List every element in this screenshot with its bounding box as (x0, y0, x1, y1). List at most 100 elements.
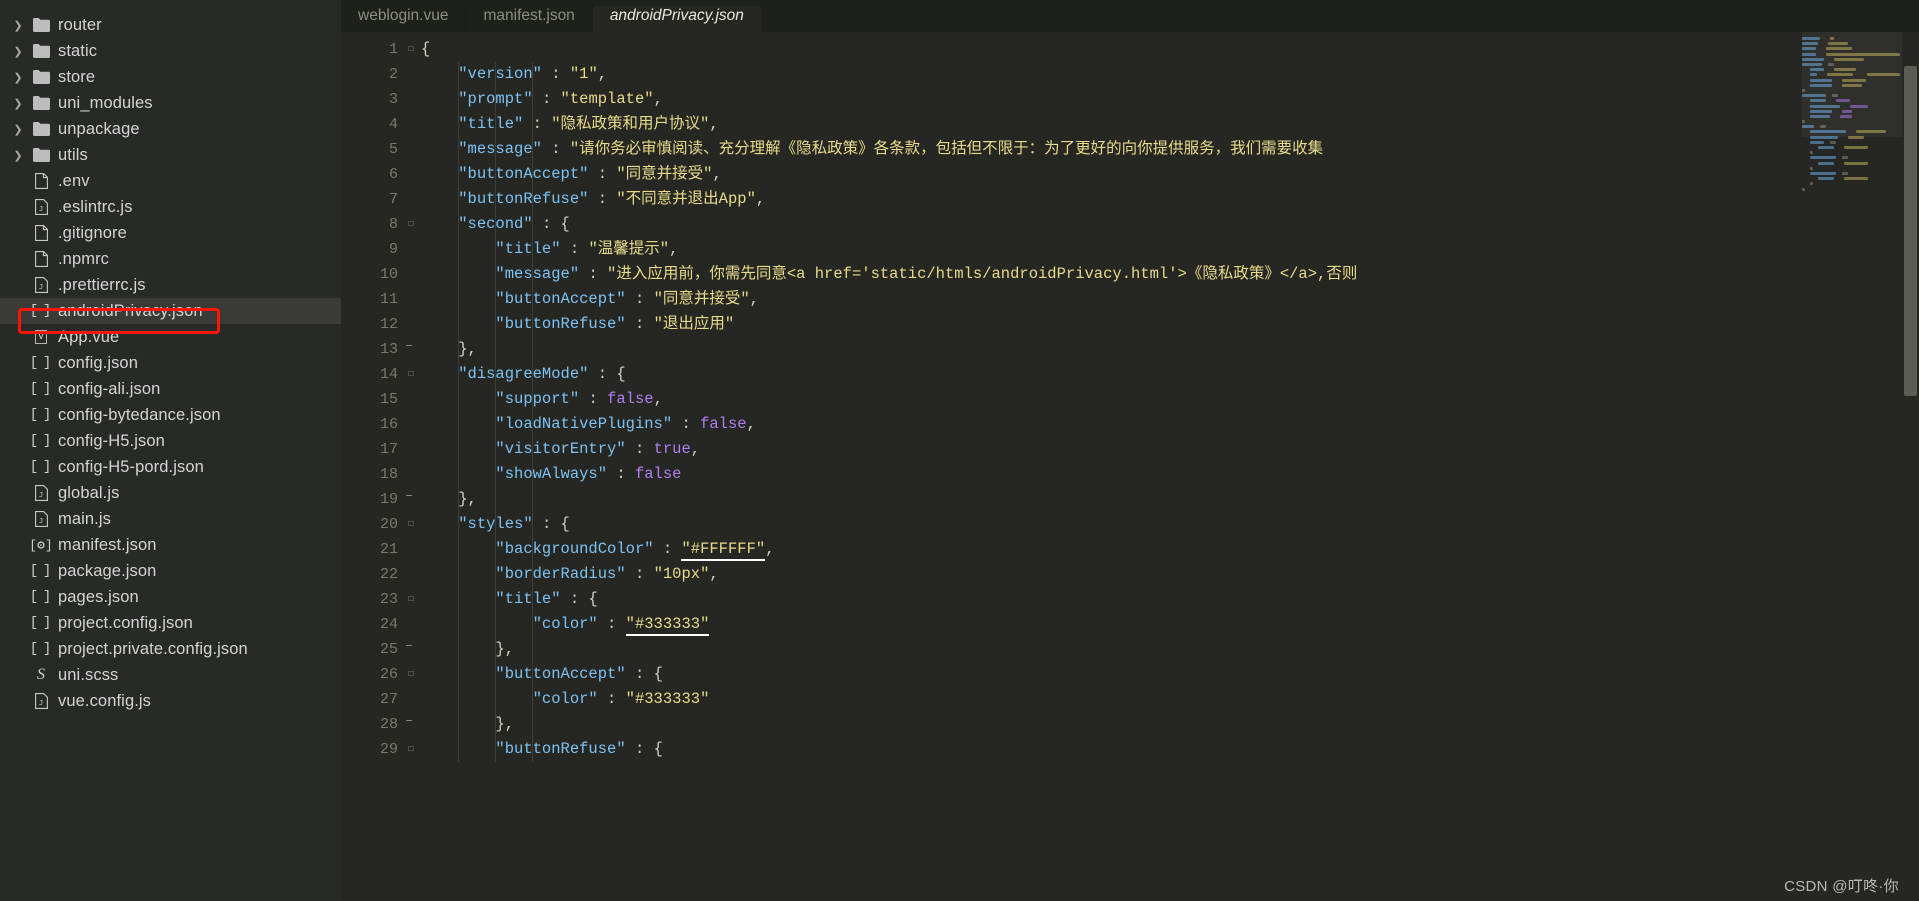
code-line[interactable]: "title" : { (421, 587, 1919, 612)
code-line[interactable]: { (421, 37, 1919, 62)
minimap-viewport-slider[interactable] (1802, 32, 1902, 137)
chevron-right-icon[interactable]: ❯ (8, 71, 28, 84)
file-tree-item-label: config.json (58, 353, 138, 372)
file-tree-item[interactable]: ❯[ ]project.private.config.json (0, 636, 341, 662)
file-explorer-sidebar[interactable]: ❯ router ❯ static ❯ store ❯ uni_modules ❯ unpacka… (0, 0, 341, 901)
code-token: "version" (458, 65, 542, 83)
code-token: : (588, 190, 617, 208)
file-tree-item[interactable]: ❯[ ]androidPrivacy.json (0, 298, 341, 324)
minimap-token (1818, 146, 1834, 150)
code-line[interactable]: "buttonRefuse" : "不同意并退出App", (421, 187, 1919, 212)
minimap-token (1842, 171, 1848, 175)
code-line[interactable]: "color" : "#333333" (421, 687, 1919, 712)
code-line[interactable]: "message" : "进入应用前，你需先同意<a href='static/… (421, 262, 1919, 287)
line-number-value: 28 (379, 716, 398, 733)
code-token: , (709, 115, 719, 133)
minimap-token (1844, 177, 1868, 181)
file-tree-item[interactable]: ❯[ ]project.config.json (0, 610, 341, 636)
file-tree-item[interactable]: ❯J.eslintrc.js (0, 194, 341, 220)
file-tree-item[interactable]: ❯[⚙]manifest.json (0, 532, 341, 558)
file-tree-item[interactable]: ❯[ ]config-H5.json (0, 428, 341, 454)
code-line[interactable]: "borderRadius" : "10px", (421, 562, 1919, 587)
json-file-icon: [ ] (29, 407, 53, 423)
code-line[interactable]: "title" : "隐私政策和用户协议", (421, 112, 1919, 137)
line-number-value: 4 (388, 116, 398, 133)
file-tree-item[interactable]: ❯ router (0, 12, 341, 38)
file-tree-item[interactable]: ❯ unpackage (0, 116, 341, 142)
file-tree-item[interactable]: ❯Jmain.js (0, 506, 341, 532)
code-viewport[interactable]: 1 ☐ 2 3 4 5 6 7 8 ☐ 9 10 11 12 13 14 ☐ 15 16 17 18 19 20 ☐ 21 22 2… (341, 32, 1919, 901)
file-tree-item[interactable]: ❯[ ]config-ali.json (0, 376, 341, 402)
file-tree-item[interactable]: ❯[ ]config.json (0, 350, 341, 376)
folder-icon (28, 70, 54, 84)
file-tree[interactable]: ❯ router ❯ static ❯ store ❯ uni_modules ❯ unpacka… (0, 12, 341, 714)
file-tree-item[interactable]: ❯J.prettierrc.js (0, 272, 341, 298)
code-line[interactable]: "version" : "1", (421, 62, 1919, 87)
code-line[interactable]: }, (421, 712, 1919, 737)
code-line[interactable]: }, (421, 637, 1919, 662)
chevron-right-icon[interactable]: ❯ (8, 97, 28, 110)
code-line[interactable]: "message" : "请你务必审慎阅读、充分理解《隐私政策》各条款，包括但不… (421, 137, 1919, 162)
code-line[interactable]: "visitorEntry" : true, (421, 437, 1919, 462)
code-token: : (588, 365, 617, 383)
file-tree-item[interactable]: ❯[ ]package.json (0, 558, 341, 584)
code-line[interactable]: "buttonAccept" : "同意并接受", (421, 287, 1919, 312)
file-tree-item[interactable]: ❯VApp.vue (0, 324, 341, 350)
file-tree-item[interactable]: ❯ uni_modules (0, 90, 341, 116)
line-number: 6 (341, 162, 401, 187)
file-tree-item[interactable]: ❯.gitignore (0, 220, 341, 246)
vertical-scrollbar-thumb[interactable] (1904, 66, 1917, 396)
code-content[interactable]: { "version" : "1", "prompt" : "template"… (401, 32, 1919, 901)
code-line[interactable]: "second" : { (421, 212, 1919, 237)
code-line[interactable]: }, (421, 487, 1919, 512)
code-line[interactable]: }, (421, 337, 1919, 362)
chevron-right-icon[interactable]: ❯ (8, 19, 28, 32)
code-token: , (669, 240, 679, 258)
chevron-right-icon[interactable]: ❯ (8, 45, 28, 58)
file-tree-item[interactable]: ❯[ ]config-H5-pord.json (0, 454, 341, 480)
code-line[interactable]: "buttonAccept" : { (421, 662, 1919, 687)
code-token: : (579, 265, 608, 283)
file-tree-item[interactable]: ❯ static (0, 38, 341, 64)
code-line[interactable]: "styles" : { (421, 512, 1919, 537)
line-number-value: 26 (379, 666, 398, 683)
file-tree-item-label: .env (58, 171, 90, 190)
code-token: }, (421, 490, 477, 508)
file-tree-item-label: unpackage (58, 119, 140, 138)
minimap-token (1844, 146, 1868, 150)
code-line[interactable]: "buttonAccept" : "同意并接受", (421, 162, 1919, 187)
code-line[interactable]: "backgroundColor" : "#FFFFFF", (421, 537, 1919, 562)
file-tree-item[interactable]: ❯ store (0, 64, 341, 90)
vertical-scrollbar[interactable] (1902, 32, 1919, 901)
code-token: "title" (495, 240, 561, 258)
code-line[interactable]: "showAlways" : false (421, 462, 1919, 487)
indent-guide (495, 62, 496, 762)
file-tree-item[interactable]: ❯.env (0, 168, 341, 194)
code-line[interactable]: "buttonRefuse" : { (421, 737, 1919, 762)
file-tree-item[interactable]: ❯[ ]config-bytedance.json (0, 402, 341, 428)
line-number: 1 ☐ (341, 37, 414, 62)
file-tree-item-label: uni_modules (58, 93, 153, 112)
code-line[interactable]: "prompt" : "template", (421, 87, 1919, 112)
file-tree-item[interactable]: ❯ utils (0, 142, 341, 168)
code-token: "buttonRefuse" (458, 190, 589, 208)
file-tree-item[interactable]: ❯[ ]pages.json (0, 584, 341, 610)
file-tree-item[interactable]: ❯Jvue.config.js (0, 688, 341, 714)
chevron-right-icon[interactable]: ❯ (8, 149, 28, 162)
code-line[interactable]: "buttonRefuse" : "退出应用" (421, 312, 1919, 337)
chevron-right-icon[interactable]: ❯ (8, 123, 28, 136)
minimap[interactable] (1802, 32, 1902, 901)
file-tree-item[interactable]: ❯Suni.scss (0, 662, 341, 688)
code-line[interactable]: "title" : "温馨提示", (421, 237, 1919, 262)
code-line[interactable]: "disagreeMode" : { (421, 362, 1919, 387)
file-tree-item[interactable]: ❯Jglobal.js (0, 480, 341, 506)
code-line[interactable]: "support" : false, (421, 387, 1919, 412)
code-line[interactable]: "loadNativePlugins" : false, (421, 412, 1919, 437)
json-file-icon: [ ] (29, 355, 53, 371)
line-number: 21 (341, 537, 401, 562)
code-token: }, (421, 340, 477, 358)
file-tree-item[interactable]: ❯.npmrc (0, 246, 341, 272)
code-token: "进入应用前，你需先同意<a href='static/htmls/androi… (607, 265, 1358, 283)
code-token: "message" (495, 265, 580, 283)
code-line[interactable]: "color" : "#333333" (421, 612, 1919, 637)
